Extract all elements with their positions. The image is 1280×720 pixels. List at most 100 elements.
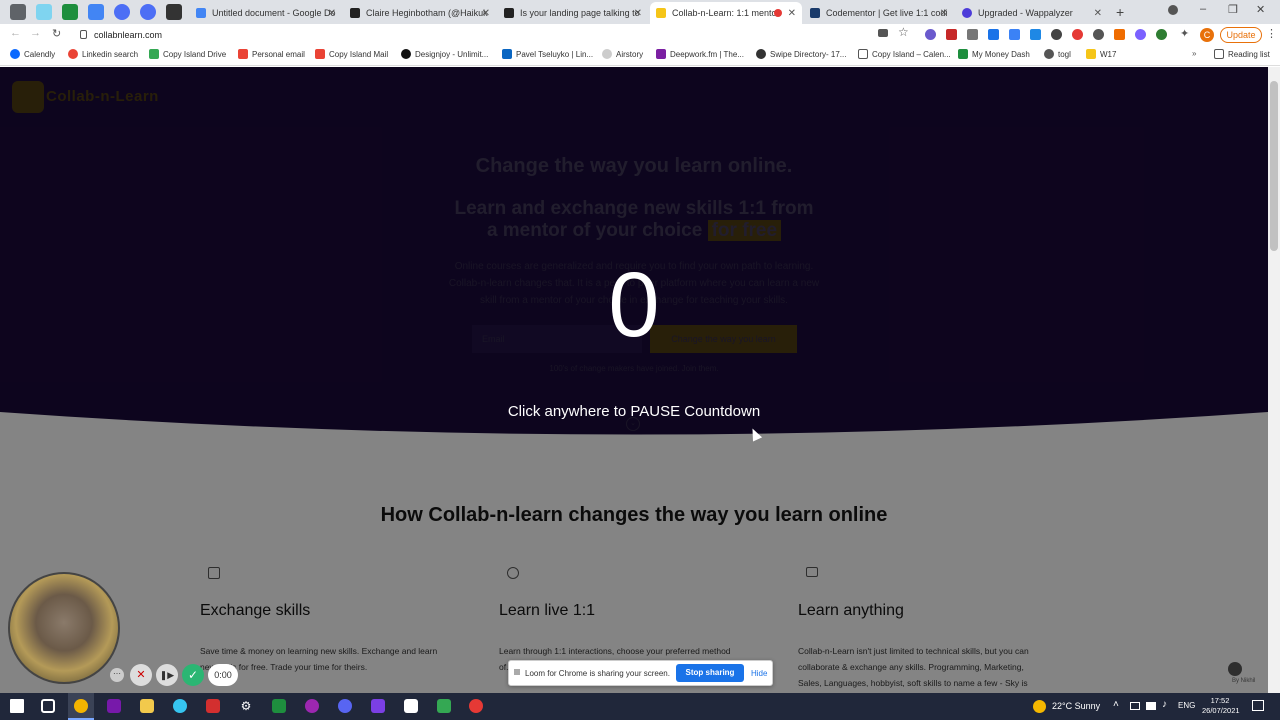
bookmark-drive[interactable]: Copy Island Drive xyxy=(149,49,226,59)
scrollbar[interactable] xyxy=(1268,67,1280,693)
slack-icon[interactable] xyxy=(173,699,187,713)
bookmark-swipe[interactable]: Swipe Directory- 17... xyxy=(756,49,846,59)
hide-button[interactable]: Hide xyxy=(751,669,767,678)
language-indicator[interactable]: ENG xyxy=(1178,701,1195,710)
reload-icon[interactable]: ↻ xyxy=(52,27,61,40)
star-icon[interactable]: ☆ xyxy=(898,25,909,39)
app-icon[interactable] xyxy=(371,699,385,713)
extension-icon[interactable] xyxy=(1030,29,1041,40)
bookmark-label: Pavel Tseluyko | Lin... xyxy=(516,49,594,59)
new-tab-button[interactable]: + xyxy=(1116,4,1124,20)
tab-pinned-5[interactable] xyxy=(140,4,156,20)
extension-icon[interactable] xyxy=(1009,29,1020,40)
menu-icon[interactable]: ⋮ xyxy=(1266,27,1277,40)
tray-chevron-icon[interactable]: ˄ xyxy=(1113,699,1119,710)
scrollbar-thumb[interactable] xyxy=(1270,81,1278,251)
tab-title: Collab-n-Learn: 1:1 mentor xyxy=(672,8,780,18)
volume-icon[interactable]: ♪ xyxy=(1162,699,1167,710)
stop-sharing-button[interactable]: Stop sharing xyxy=(676,664,744,682)
cancel-recording-button[interactable]: ✕ xyxy=(130,664,152,686)
clock[interactable]: 17:52 26/07/2021 xyxy=(1202,696,1240,716)
avatar[interactable]: C xyxy=(1200,28,1214,42)
extension-icon[interactable] xyxy=(925,29,936,40)
bookmark-designjoy[interactable]: Designjoy - Unlimit... xyxy=(401,49,488,59)
app-icon[interactable] xyxy=(305,699,319,713)
extension-icon[interactable] xyxy=(1051,29,1062,40)
extension-icon[interactable] xyxy=(1072,29,1083,40)
settings-gear-icon[interactable]: ⚙ xyxy=(239,699,253,713)
acrobat-icon[interactable] xyxy=(206,699,220,713)
tab-claire[interactable]: Claire Heginbotham (@Haikuk ✕ xyxy=(344,2,496,24)
close-icon[interactable]: ✕ xyxy=(788,8,796,19)
extension-icon[interactable] xyxy=(946,29,957,40)
record-app-icon[interactable] xyxy=(469,699,483,713)
extension-icon[interactable] xyxy=(1114,29,1125,40)
tab-codementor[interactable]: Codementor | Get live 1:1 codi ✕ xyxy=(804,2,954,24)
bookmark-pavel[interactable]: Pavel Tseluyko | Lin... xyxy=(502,49,593,59)
bookmark-personal-email[interactable]: Personal email xyxy=(238,49,305,59)
battery-icon[interactable] xyxy=(1146,702,1156,710)
bookmark-linkedin-search[interactable]: Linkedin search xyxy=(68,49,138,59)
camera-icon[interactable] xyxy=(878,29,888,37)
tab-pinned-0[interactable] xyxy=(10,4,26,20)
close-window-button[interactable]: ✕ xyxy=(1256,3,1265,16)
onenote-icon[interactable] xyxy=(107,699,121,713)
extension-icon[interactable] xyxy=(1093,29,1104,40)
discord-icon[interactable] xyxy=(338,699,352,713)
notion-icon[interactable] xyxy=(404,699,418,713)
tab-search-icon[interactable] xyxy=(1168,5,1178,15)
tab-landing-page[interactable]: Is your landing page talking to ✕ xyxy=(498,2,648,24)
tab-pinned-4[interactable] xyxy=(114,4,130,20)
bookmark-airstory[interactable]: Airstory xyxy=(602,49,643,59)
forward-icon[interactable]: → xyxy=(30,27,41,39)
pause-recording-button[interactable]: ❚▶ xyxy=(156,664,178,686)
puzzle-icon[interactable]: ✦ xyxy=(1180,27,1189,40)
weather-text[interactable]: 22°C Sunny xyxy=(1052,701,1100,711)
bookmark-money-dash[interactable]: My Money Dash xyxy=(958,49,1030,59)
tab-collab-n-learn[interactable]: Collab-n-Learn: 1:1 mentor ✕ xyxy=(650,2,802,24)
close-icon[interactable]: ✕ xyxy=(482,8,490,19)
close-icon[interactable]: ✕ xyxy=(634,8,642,19)
tab-wappalyzer[interactable]: Upgraded - Wappalyzer ✕ xyxy=(956,2,1108,24)
extension-icon[interactable] xyxy=(1135,29,1146,40)
bookmark-mail[interactable]: Copy Island Mail xyxy=(315,49,388,59)
countdown-overlay[interactable] xyxy=(0,67,1268,693)
more-icon[interactable]: ⋯ xyxy=(110,668,124,682)
notification-icon[interactable] xyxy=(1252,700,1264,711)
bookmark-deepwork[interactable]: Deepwork.fm | The... xyxy=(656,49,744,59)
drag-handle-icon[interactable] xyxy=(514,669,520,675)
extension-icon[interactable] xyxy=(967,29,978,40)
webcam-bubble[interactable] xyxy=(8,572,120,684)
more-bookmarks-icon[interactable]: » xyxy=(1192,49,1196,58)
windows-start-icon[interactable] xyxy=(10,699,24,713)
tab-pinned-1[interactable] xyxy=(36,4,52,20)
taskbar: ⚙ 22°C Sunny ˄ ♪ ENG 17:52 26/07/2021 xyxy=(0,693,1280,720)
tray-icon[interactable] xyxy=(1130,702,1140,710)
bookmark-w17[interactable]: W17 xyxy=(1086,49,1116,59)
close-icon[interactable]: ✕ xyxy=(940,8,948,19)
minimize-button[interactable]: – xyxy=(1200,3,1206,15)
close-icon[interactable]: ✕ xyxy=(1094,8,1102,19)
restore-button[interactable]: ❐ xyxy=(1228,3,1238,16)
extension-icon[interactable] xyxy=(988,29,999,40)
tab-pinned-2[interactable] xyxy=(62,4,78,20)
drive-icon[interactable] xyxy=(437,699,451,713)
calculator-icon[interactable] xyxy=(272,699,286,713)
update-button[interactable]: Update xyxy=(1220,27,1262,43)
tab-pinned-3[interactable] xyxy=(88,4,104,20)
clock-time: 17:52 xyxy=(1210,696,1230,705)
back-icon[interactable]: ← xyxy=(10,27,21,39)
file-explorer-icon[interactable] xyxy=(140,699,154,713)
tab-pinned-6[interactable] xyxy=(166,4,182,20)
bookmark-calendly[interactable]: Calendly xyxy=(10,49,55,59)
task-view-icon[interactable] xyxy=(41,699,55,713)
bookmark-calendar[interactable]: Copy Island – Calen... xyxy=(858,49,951,59)
close-icon[interactable]: ✕ xyxy=(328,8,336,19)
reading-list-button[interactable]: Reading list xyxy=(1214,49,1270,59)
extension-icon[interactable] xyxy=(1156,29,1167,40)
bookmark-togl[interactable]: togl xyxy=(1044,49,1071,59)
address-bar[interactable]: collabnlearn.com xyxy=(76,27,856,43)
tab-google-doc[interactable]: Untitled document - Google Do ✕ xyxy=(190,2,342,24)
chrome-icon[interactable] xyxy=(74,699,88,713)
finish-recording-button[interactable]: ✓ xyxy=(182,664,204,686)
